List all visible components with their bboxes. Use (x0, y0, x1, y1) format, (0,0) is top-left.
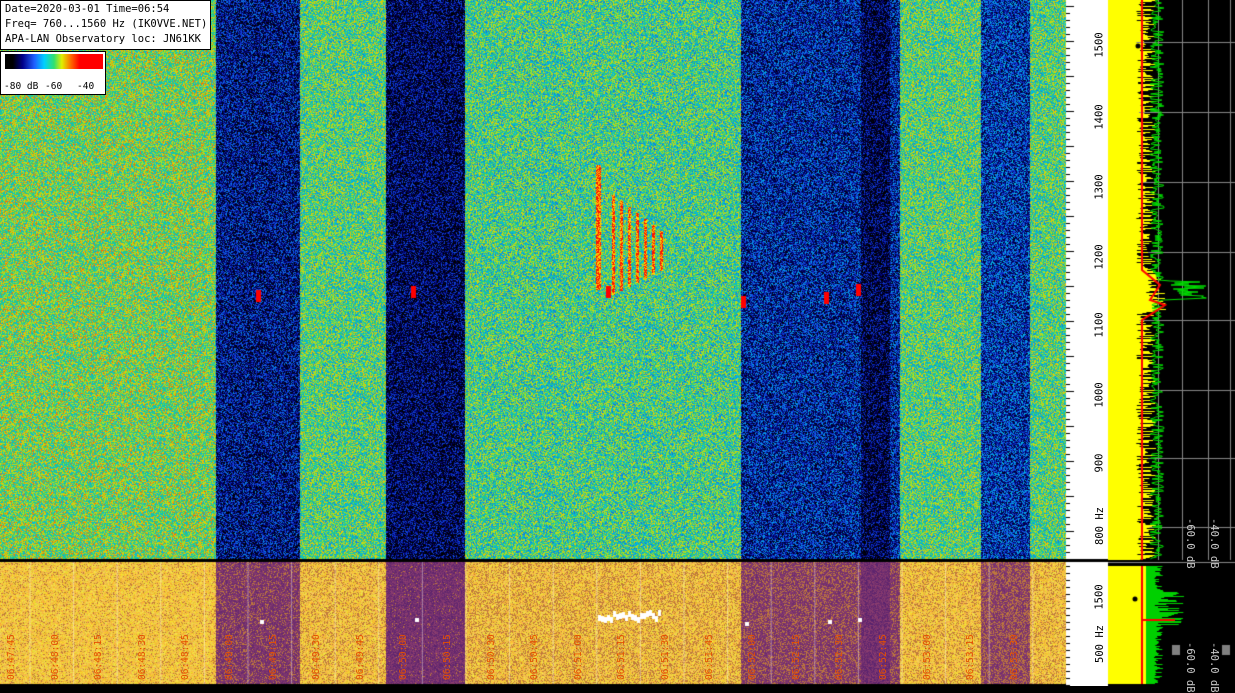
time-tick-label: 06:49:00 (224, 634, 235, 680)
colorbar-min-label: -80 dB (4, 81, 39, 92)
header-info-box: Date=2020-03-01 Time=06:54 Freq= 760...1… (0, 0, 212, 50)
time-tick-label: 06:49:15 (267, 634, 279, 680)
freq-tick-label: 1300 (1093, 174, 1106, 200)
freq-tick-label: 1200 (1093, 244, 1106, 270)
time-tick-label: 06:47:45 (6, 634, 17, 680)
time-tick-label: 06:51:45 (703, 634, 715, 680)
colorbar-legend: -80 dB -60 -40 (0, 51, 106, 95)
date-time-line: Date=2020-03-01 Time=06:54 (5, 3, 170, 15)
time-tick-label: 06:52:00 (747, 634, 759, 680)
observatory-line: APA-LAN Observatory loc: JN61KK (5, 33, 201, 45)
colorbar-mid-label: -60 (45, 81, 63, 92)
time-tick-label: 06:49:30 (311, 634, 323, 680)
freq-tick-label: 1100 (1093, 312, 1106, 338)
time-tick-label: 06:53:30 (1008, 634, 1020, 680)
time-tick-label: 06:52:15 (790, 634, 802, 680)
frequency-line: Freq= 760...1560 Hz (IK0VVE.NET) (5, 18, 208, 30)
time-tick-label: 06:48:00 (49, 634, 61, 680)
time-tick-label: 06:51:30 (660, 634, 671, 680)
time-tick-label: 06:48:30 (136, 634, 148, 680)
db-scale-label: -60.0 dB (1184, 642, 1196, 693)
freq-tick-label: 800 Hz (1093, 507, 1106, 545)
time-tick-label: 06:52:30 (834, 634, 846, 680)
time-tick-label: 06:50:45 (529, 634, 541, 680)
time-tick-label: 06:48:45 (180, 634, 192, 680)
freq-tick-label: 900 (1093, 453, 1106, 473)
db-scale-label: -60.0 dB (1184, 518, 1196, 569)
time-tick-label: 06:48:15 (93, 634, 105, 680)
db-scale-label: -40.0 dB (1208, 642, 1220, 693)
time-tick-label: 06:51:00 (572, 634, 584, 680)
time-tick-label: 06:53:15 (965, 634, 977, 680)
freq-tick-label: 1000 (1093, 382, 1106, 408)
lower-freq-tick-label: 1500 (1093, 584, 1106, 610)
freq-tick-label: 1400 (1093, 104, 1106, 130)
colorbar-max-label: -40 (77, 81, 95, 92)
db-scale-label: -40.0 dB (1208, 518, 1220, 569)
time-tick-label: 06:50:15 (442, 634, 453, 680)
freq-tick-label: 1500 (1093, 32, 1106, 58)
time-tick-label: 06:51:15 (616, 634, 628, 680)
time-tick-label: 06:52:45 (878, 634, 889, 680)
time-tick-label: 06:53:00 (921, 634, 933, 680)
time-tick-label: 06:50:30 (485, 634, 497, 680)
time-tick-label: 06:49:45 (354, 634, 366, 680)
colorbar-gradient (5, 54, 103, 69)
lower-freq-tick-label: 500 Hz (1093, 625, 1106, 663)
spectrogram-canvas (0, 0, 1235, 686)
time-tick-label: 06:50:00 (398, 634, 410, 680)
